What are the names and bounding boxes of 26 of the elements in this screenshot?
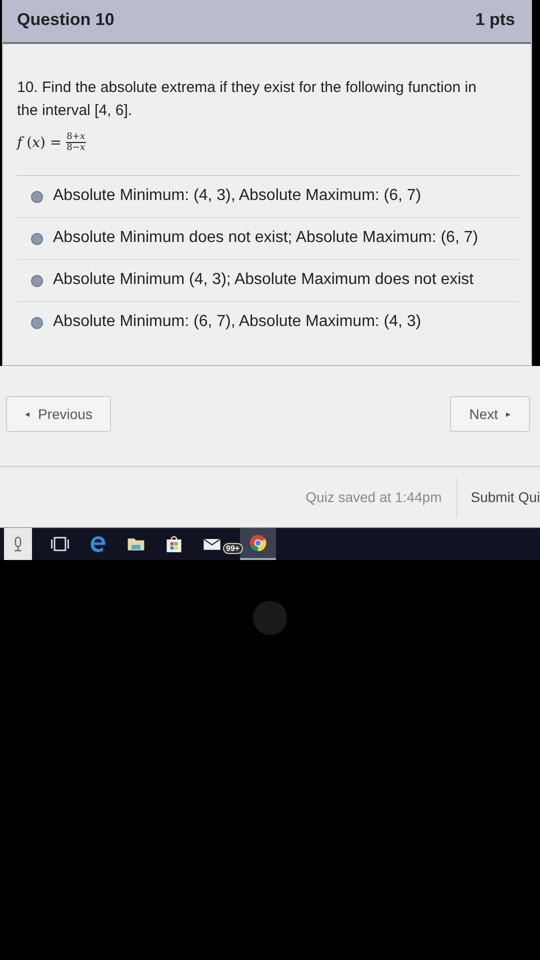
quiz-saved-status: Quiz saved at 1:44pm [306,489,442,505]
answer-option-label[interactable]: Absolute Minimum: (6, 7), Absolute Maximum: (4, 3) [53,311,422,332]
previous-button[interactable]: ◂ Previous [6,396,112,432]
answer-option-label[interactable]: Absolute Minimum does not exist; Absolute Maximum: (6, 7) [53,227,478,248]
microphone-icon[interactable] [4,528,32,560]
question-text: 10. Find the absolute extrema if they exist for the following function in the interval [4, 6]. [17,78,478,121]
laptop-logo-icon [250,598,290,638]
radio-button[interactable] [31,191,43,203]
task-view-icon[interactable] [50,534,70,554]
radio-button[interactable] [31,317,43,329]
formula-lhs: f (x) = [17,134,62,150]
radio-button[interactable] [31,275,43,287]
browser-e-icon[interactable] [88,534,108,554]
points-label: 1 pts [475,10,515,30]
chrome-browser-icon[interactable] [248,533,268,553]
fraction-numerator: 8+x [66,132,86,143]
next-button[interactable]: Next ▸ [450,396,530,432]
notification-badge: 99+ [223,543,243,554]
taskbar-active-tile[interactable] [240,528,276,560]
question-title: Question 10 [17,10,114,30]
store-bag-icon[interactable] [164,534,184,554]
answer-option-label[interactable]: Absolute Minimum (4, 3); Absolute Maximum does not exist [53,269,474,290]
fraction-denominator: 8−x [66,143,86,153]
submit-quiz-button[interactable]: Submit Qui [456,477,540,517]
radio-button[interactable] [31,233,43,245]
answer-option-label[interactable]: Absolute Minimum: (4, 3), Absolute Maximum: (6, 7) [53,185,422,206]
